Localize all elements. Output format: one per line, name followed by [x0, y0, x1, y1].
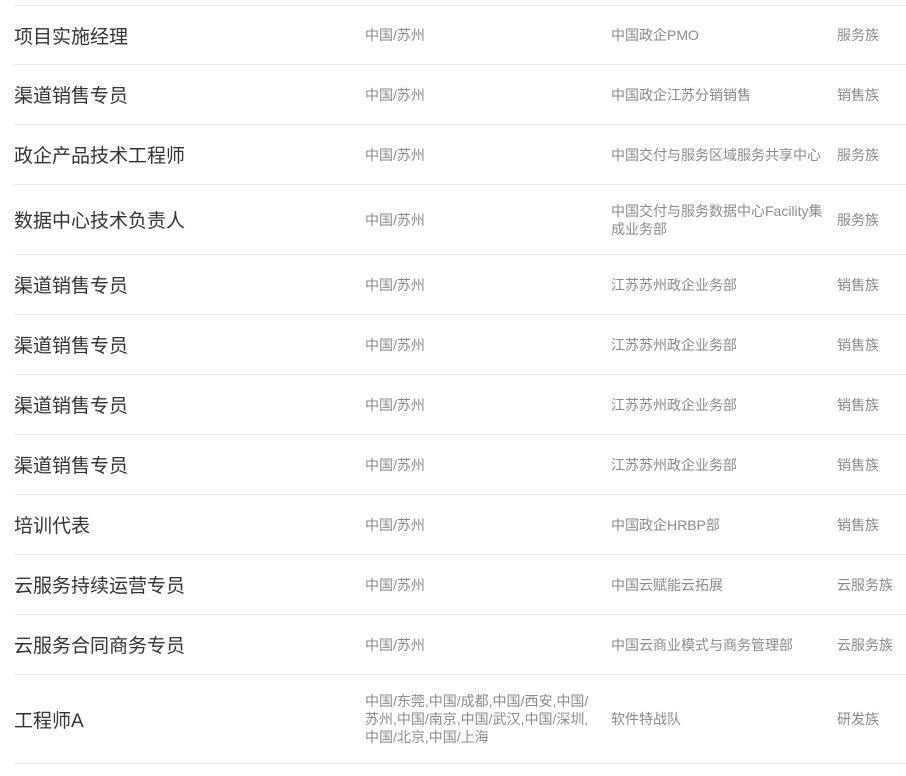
job-title[interactable]: 渠道销售专员	[14, 375, 359, 434]
job-family: 云服务族	[837, 636, 893, 653]
job-row[interactable]: 云服务合同商务专员 中国/苏州 中国云商业模式与商务管理部 云服务族	[14, 615, 906, 675]
job-department: 中国交付与服务区域服务共享中心	[611, 146, 821, 163]
job-department: 软件特战队	[611, 711, 681, 727]
job-location: 中国/苏州	[365, 516, 425, 533]
job-family: 服务族	[837, 211, 879, 228]
job-department: 中国政企江苏分销销售	[611, 86, 751, 103]
job-title[interactable]: 渠道销售专员	[14, 435, 359, 494]
job-title[interactable]: 渠道销售专员	[14, 255, 359, 314]
job-title[interactable]: 数据中心技术负责人	[14, 185, 359, 254]
job-row[interactable]: 云服务持续运营专员 中国/苏州 中国云赋能云拓展 云服务族	[14, 555, 906, 615]
job-department: 江苏苏州政企业务部	[611, 276, 737, 293]
job-location: 中国/苏州	[365, 396, 425, 413]
job-location: 中国/苏州	[365, 576, 425, 593]
job-family: 研发族	[837, 711, 879, 727]
job-location: 中国/苏州	[365, 456, 425, 473]
job-row[interactable]: 渠道销售专员 中国/苏州 中国政企江苏分销销售 销售族	[14, 65, 906, 125]
job-department: 中国交付与服务数据中心Facility集成业务部	[611, 202, 823, 237]
job-family: 销售族	[837, 396, 879, 413]
job-family: 销售族	[837, 336, 879, 353]
job-row[interactable]: 渠道销售专员 中国/苏州 江苏苏州政企业务部 销售族	[14, 315, 906, 375]
job-title[interactable]: 渠道销售专员	[14, 315, 359, 374]
job-family: 销售族	[837, 456, 879, 473]
job-title[interactable]: 项目实施经理	[14, 6, 359, 64]
job-department: 江苏苏州政企业务部	[611, 396, 737, 413]
job-list: 项目实施经理 中国/苏州 中国政企PMO 服务族 渠道销售专员 中国/苏州 中国…	[0, 5, 906, 764]
job-family: 云服务族	[837, 576, 893, 593]
job-location: 中国/苏州	[365, 636, 425, 653]
job-family: 服务族	[837, 146, 879, 163]
job-family: 销售族	[837, 276, 879, 293]
job-title[interactable]: 渠道销售专员	[14, 65, 359, 124]
job-row[interactable]: 项目实施经理 中国/苏州 中国政企PMO 服务族	[14, 5, 906, 65]
job-location: 中国/苏州	[365, 146, 425, 163]
job-family: 服务族	[837, 27, 879, 43]
job-department: 江苏苏州政企业务部	[611, 456, 737, 473]
job-title[interactable]: 政企产品技术工程师	[14, 125, 359, 184]
job-department: 中国云赋能云拓展	[611, 576, 723, 593]
job-department: 中国政企PMO	[611, 27, 699, 43]
job-location: 中国/苏州	[365, 336, 425, 353]
job-family: 销售族	[837, 86, 879, 103]
job-department: 江苏苏州政企业务部	[611, 336, 737, 353]
job-location: 中国/苏州	[365, 27, 425, 43]
job-row[interactable]: 培训代表 中国/苏州 中国政企HRBP部 销售族	[14, 495, 906, 555]
job-department: 中国云商业模式与商务管理部	[611, 636, 793, 653]
job-location: 中国/东莞,中国/成都,中国/西安,中国/苏州,中国/南京,中国/武汉,中国/深…	[365, 693, 589, 745]
job-row[interactable]: 渠道销售专员 中国/苏州 江苏苏州政企业务部 销售族	[14, 375, 906, 435]
job-row[interactable]: 数据中心技术负责人 中国/苏州 中国交付与服务数据中心Facility集成业务部…	[14, 185, 906, 255]
job-family: 销售族	[837, 516, 879, 533]
job-location: 中国/苏州	[365, 86, 425, 103]
job-row[interactable]: 渠道销售专员 中国/苏州 江苏苏州政企业务部 销售族	[14, 435, 906, 495]
job-location: 中国/苏州	[365, 211, 425, 228]
job-department: 中国政企HRBP部	[611, 516, 720, 533]
job-row[interactable]: 工程师A 中国/东莞,中国/成都,中国/西安,中国/苏州,中国/南京,中国/武汉…	[14, 675, 906, 764]
job-title[interactable]: 工程师A	[14, 675, 359, 763]
job-row[interactable]: 渠道销售专员 中国/苏州 江苏苏州政企业务部 销售族	[14, 255, 906, 315]
job-title[interactable]: 云服务合同商务专员	[14, 615, 359, 674]
job-title[interactable]: 云服务持续运营专员	[14, 555, 359, 614]
job-title[interactable]: 培训代表	[14, 495, 359, 554]
job-location: 中国/苏州	[365, 276, 425, 293]
job-row[interactable]: 政企产品技术工程师 中国/苏州 中国交付与服务区域服务共享中心 服务族	[14, 125, 906, 185]
